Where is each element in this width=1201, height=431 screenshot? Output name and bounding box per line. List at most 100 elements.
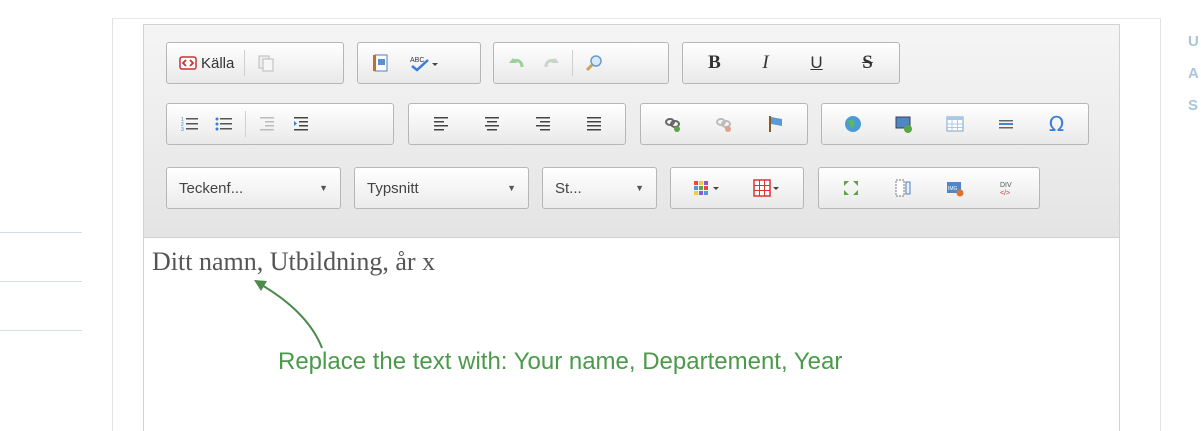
toolbar-group-history xyxy=(493,42,669,84)
italic-button[interactable]: I xyxy=(751,47,781,79)
undo-icon xyxy=(509,58,524,68)
unlink-icon xyxy=(715,118,731,132)
toolbar-group-lists: 123 xyxy=(166,103,394,145)
find-button[interactable] xyxy=(579,47,609,79)
div-button[interactable]: DIV </> xyxy=(992,172,1022,204)
right-link[interactable]: S xyxy=(1188,90,1199,122)
svg-text:3: 3 xyxy=(181,127,184,133)
omega-icon: Ω xyxy=(1048,112,1065,136)
annotation-text: Replace the text with: Your name, Depart… xyxy=(278,348,843,375)
toolbar-group-misc: IMG DIV </> xyxy=(818,167,1040,209)
align-left-icon xyxy=(433,117,448,131)
indent-icon xyxy=(294,117,308,131)
bold-button[interactable]: B xyxy=(700,47,730,79)
show-blocks-button[interactable] xyxy=(888,172,918,204)
media-icon xyxy=(895,116,913,133)
chevron-down-icon: ▼ xyxy=(319,183,328,193)
left-divider xyxy=(0,330,82,331)
outdent-button[interactable] xyxy=(252,108,282,140)
toolbar-group-document: Källa xyxy=(166,42,344,84)
globe-icon xyxy=(845,116,862,132)
link-button[interactable] xyxy=(658,108,688,140)
align-right-icon xyxy=(535,117,550,131)
toolbar-group-colors xyxy=(670,167,804,209)
maximize-button[interactable] xyxy=(836,172,866,204)
spellcheck-icon: ABC xyxy=(410,57,438,72)
anchor-button[interactable] xyxy=(760,108,790,140)
svg-text:IMG: IMG xyxy=(948,186,958,192)
separator xyxy=(244,50,246,76)
horizontal-rule-button[interactable] xyxy=(991,108,1021,140)
toolbar-group-links xyxy=(640,103,808,145)
table-grid-button[interactable] xyxy=(749,172,785,204)
templates-icon xyxy=(258,55,274,72)
search-icon xyxy=(585,55,602,72)
numbered-list-button[interactable]: 123 xyxy=(175,108,205,140)
right-links: U A S xyxy=(1188,26,1199,122)
image-button[interactable] xyxy=(838,108,868,140)
separator xyxy=(572,50,573,76)
separator xyxy=(245,111,246,137)
div-container-icon: DIV</> xyxy=(1000,182,1012,197)
font-select[interactable]: Typsnitt ▼ xyxy=(354,167,529,209)
annotation-arrow xyxy=(254,280,323,349)
align-right-button[interactable] xyxy=(528,108,558,140)
redo-icon xyxy=(544,58,559,68)
font-size-select[interactable]: Teckenf... ▼ xyxy=(166,167,341,209)
align-center-icon xyxy=(484,117,499,131)
horizontal-rule-icon xyxy=(998,120,1013,129)
indent-button[interactable] xyxy=(286,108,316,140)
numbered-list-icon: 123 xyxy=(181,117,198,133)
left-divider xyxy=(0,232,82,233)
show-blocks-icon xyxy=(895,179,911,197)
svg-text:DIV: DIV xyxy=(1000,182,1012,189)
wrapper-border xyxy=(112,18,1161,19)
image-icon: IMG xyxy=(947,182,964,197)
chevron-down-icon: ▼ xyxy=(635,183,644,193)
source-label: Källa xyxy=(201,54,235,72)
source-button[interactable]: Källa xyxy=(175,47,238,79)
maximize-icon xyxy=(844,181,858,195)
left-divider xyxy=(0,281,82,282)
font-size-label: Teckenf... xyxy=(179,179,244,197)
flash-button[interactable] xyxy=(889,108,919,140)
chevron-down-icon: ▼ xyxy=(507,183,516,193)
underline-button[interactable]: U xyxy=(802,47,832,79)
preview-button[interactable] xyxy=(366,47,396,79)
svg-text:ABC: ABC xyxy=(410,57,424,64)
bulleted-list-button[interactable] xyxy=(209,108,239,140)
svg-text:</>: </> xyxy=(1000,190,1010,197)
special-char-button[interactable]: Ω xyxy=(1042,108,1072,140)
strikethrough-button[interactable]: S xyxy=(853,47,883,79)
justify-icon xyxy=(586,117,601,131)
unlink-button[interactable] xyxy=(709,108,739,140)
align-left-button[interactable] xyxy=(426,108,456,140)
style-select[interactable]: St... ▼ xyxy=(542,167,657,209)
justify-button[interactable] xyxy=(579,108,609,140)
color-palette-icon xyxy=(694,181,719,195)
right-link[interactable]: U xyxy=(1188,26,1199,58)
image-properties-button[interactable]: IMG xyxy=(940,172,970,204)
bulleted-list-icon xyxy=(215,117,232,131)
document-preview-icon xyxy=(373,54,388,72)
toolbar-group-align xyxy=(408,103,626,145)
redo-button[interactable] xyxy=(536,47,566,79)
toolbar-group-insert: Ω xyxy=(821,103,1089,145)
wrapper-border xyxy=(1160,18,1161,431)
spellcheck-button[interactable]: ABC xyxy=(400,47,446,79)
table-button[interactable] xyxy=(940,108,970,140)
editor-toolbar: Källa ABC B I U S 1 2 3 Ω Teckenf... ▼ T… xyxy=(144,25,1119,238)
align-center-button[interactable] xyxy=(477,108,507,140)
toolbar-group-basicstyles: B I U S xyxy=(682,42,900,84)
color-button[interactable] xyxy=(689,172,725,204)
templates-button[interactable] xyxy=(251,47,281,79)
table-grid-icon xyxy=(753,179,779,197)
source-icon xyxy=(179,56,197,70)
link-icon xyxy=(664,118,680,132)
right-link[interactable]: A xyxy=(1188,58,1199,90)
undo-button[interactable] xyxy=(502,47,532,79)
font-label: Typsnitt xyxy=(367,179,419,197)
wrapper-border xyxy=(112,18,113,431)
style-label: St... xyxy=(555,179,582,197)
outdent-icon xyxy=(260,117,274,131)
